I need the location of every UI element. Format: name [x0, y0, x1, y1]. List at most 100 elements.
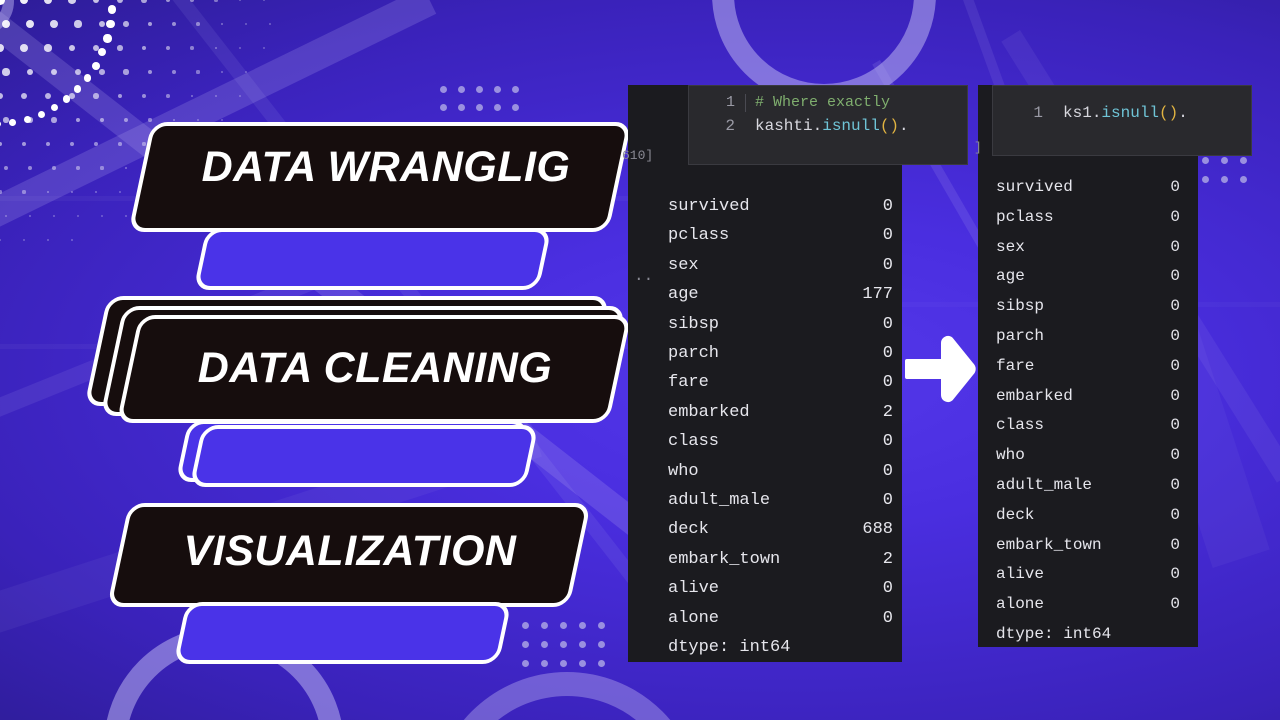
- series-value: 0: [1170, 535, 1180, 554]
- series-key: parch: [996, 326, 1045, 345]
- banner-stack: DATA WRANGLIG DATA CLEANING VISUALIZATIO…: [0, 0, 660, 720]
- series-value: 0: [1170, 326, 1180, 345]
- right-output-prompt-label: ]: [974, 140, 982, 155]
- series-row: sex 0: [996, 233, 1180, 263]
- arrow-right-icon: [905, 335, 977, 403]
- code-line-2: 2 kashti . isnull () .: [689, 114, 967, 139]
- series-key: adult_male: [996, 475, 1093, 494]
- series-row: alone 0: [668, 604, 893, 633]
- series-row: sibsp 0: [996, 292, 1180, 322]
- series-row: parch 0: [668, 339, 893, 368]
- series-key: deck: [668, 520, 709, 540]
- series-row: class 0: [668, 427, 893, 456]
- line-number: 2: [725, 117, 735, 135]
- series-key: embark_town: [996, 535, 1102, 554]
- series-row: pclass 0: [668, 221, 893, 250]
- series-key: fare: [996, 356, 1035, 375]
- series-row: fare 0: [668, 368, 893, 397]
- series-key: who: [668, 461, 699, 481]
- banner-data-cleaning-underbar: [189, 425, 539, 487]
- series-key: age: [668, 285, 699, 305]
- series-value: 0: [882, 197, 893, 216]
- cell-gutter: [745, 93, 746, 112]
- series-value: 0: [1170, 475, 1180, 494]
- series-row: embarked 2: [668, 398, 893, 427]
- banner-data-wrangling-label: DATA WRANGLIG: [201, 143, 571, 191]
- left-code-cell[interactable]: 1 # Where exactly 2 kashti . isnull () .: [688, 85, 968, 165]
- series-key: deck: [996, 505, 1035, 524]
- left-series-output: survived 0 pclass 0 sex 0 age 177 sibsp 0 parch 0 fa…: [668, 192, 893, 663]
- series-key: sex: [668, 255, 699, 275]
- series-key: alone: [996, 595, 1045, 614]
- series-row: deck 688: [668, 515, 893, 544]
- series-value: 0: [1170, 446, 1180, 465]
- banner-data-wrangling-underbar: [193, 228, 552, 290]
- series-key: adult_male: [668, 491, 771, 511]
- series-key: embark_town: [668, 549, 781, 569]
- series-key: age: [996, 267, 1025, 286]
- series-value: 0: [1170, 297, 1180, 316]
- series-key: pclass: [668, 226, 730, 246]
- series-key: survived: [668, 197, 750, 216]
- series-key: sibsp: [996, 297, 1045, 316]
- series-value: 0: [882, 314, 893, 334]
- series-dtype: dtype: int64: [996, 624, 1112, 643]
- series-row: adult_male 0: [668, 486, 893, 515]
- series-row: parch 0: [996, 322, 1180, 352]
- series-key: class: [668, 432, 720, 452]
- series-row: survived 0: [668, 192, 893, 221]
- series-row: alone 0: [996, 590, 1180, 620]
- code-line-1: 1 ks1 . isnull () .: [993, 91, 1251, 126]
- code-parenthesis: (): [1159, 104, 1179, 122]
- series-value: 0: [1170, 207, 1180, 226]
- series-row: who 0: [668, 457, 893, 486]
- series-row: alive 0: [996, 560, 1180, 590]
- series-value: 0: [1170, 178, 1180, 196]
- series-value: 0: [882, 226, 893, 246]
- series-value: 0: [1170, 595, 1180, 614]
- banner-data-cleaning-label: DATA CLEANING: [197, 344, 553, 392]
- series-value: 0: [882, 432, 893, 452]
- series-row: class 0: [996, 411, 1180, 441]
- series-row: fare 0: [996, 352, 1180, 382]
- series-key: sex: [996, 237, 1025, 256]
- arrow-right-icon-svg: [905, 335, 976, 403]
- code-comment: # Where exactly: [755, 94, 891, 111]
- code-dot: .: [899, 117, 909, 135]
- series-row: pclass 0: [996, 203, 1180, 233]
- series-value: 0: [882, 344, 893, 364]
- code-dot: .: [1091, 104, 1102, 122]
- series-value: 2: [882, 402, 893, 422]
- series-dtype: dtype: int64: [668, 638, 791, 658]
- series-row: embark_town 2: [668, 545, 893, 574]
- series-key: survived: [996, 178, 1073, 196]
- series-value: 0: [882, 491, 893, 511]
- series-value: 0: [1170, 386, 1180, 405]
- code-function: isnull: [822, 117, 880, 135]
- code-line-1: 1 # Where exactly: [689, 91, 967, 114]
- series-key: class: [996, 416, 1045, 435]
- series-row: embarked 0: [996, 382, 1180, 412]
- series-row: sibsp 0: [668, 310, 893, 339]
- left-code-panel: 1 # Where exactly 2 kashti . isnull () .…: [622, 85, 968, 663]
- series-value: 0: [1170, 237, 1180, 256]
- series-key: who: [996, 446, 1025, 465]
- right-series-output: survived 0 pclass 0 sex 0 age 0 sibsp 0 parch 0 fare…: [996, 173, 1180, 650]
- series-key: pclass: [996, 207, 1054, 226]
- series-key: embarked: [668, 402, 750, 422]
- series-row: deck 0: [996, 501, 1180, 531]
- series-key: fare: [668, 373, 709, 393]
- series-key: alone: [668, 608, 720, 628]
- series-key: sibsp: [668, 314, 720, 334]
- series-value: 2: [882, 549, 893, 569]
- series-value: 0: [882, 461, 893, 481]
- series-value: 0: [882, 608, 893, 628]
- code-function: isnull: [1101, 104, 1160, 122]
- series-value: 0: [1170, 267, 1180, 286]
- series-key: alive: [668, 579, 720, 599]
- banner-visualization-label: VISUALIZATION: [183, 527, 517, 575]
- right-code-cell[interactable]: 1 ks1 . isnull () .: [992, 85, 1252, 156]
- left-output-prompt-label: 610]: [622, 148, 654, 163]
- code-dot: .: [812, 117, 823, 135]
- series-value: 0: [1170, 416, 1180, 435]
